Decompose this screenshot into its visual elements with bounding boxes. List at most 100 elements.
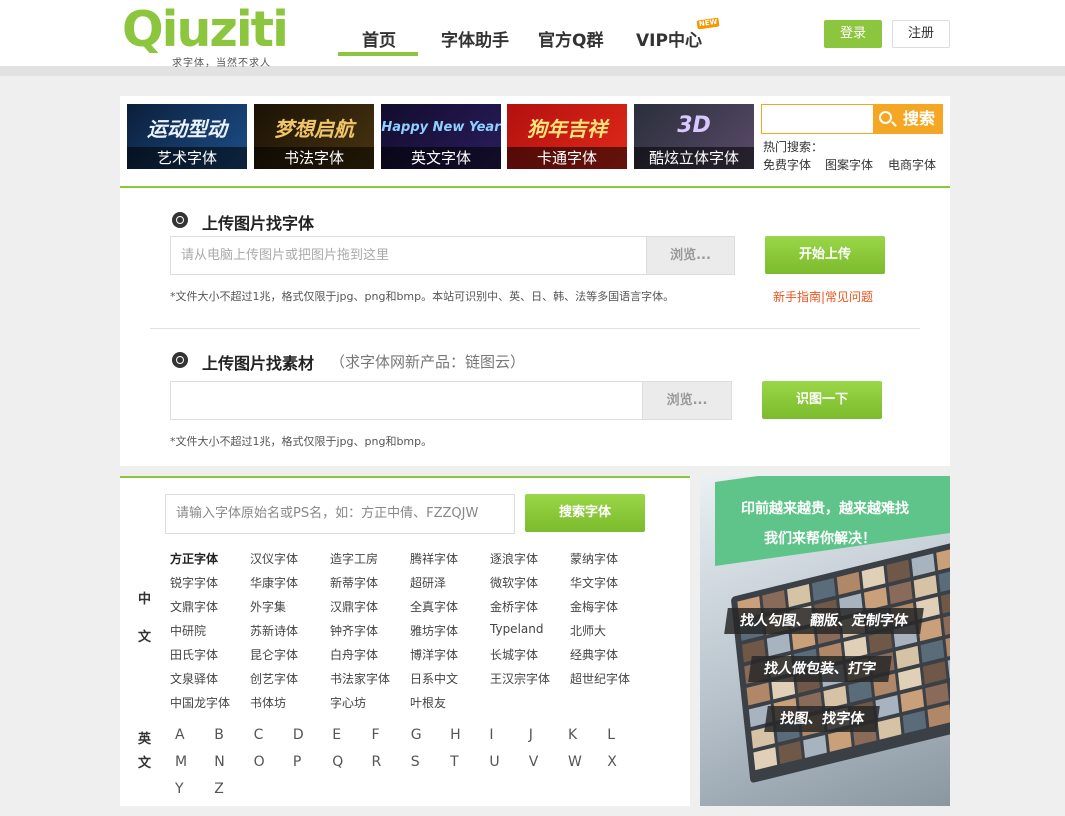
font-category-link[interactable]: 超研泽 <box>410 574 446 591</box>
english-letter-link[interactable]: R <box>372 754 382 770</box>
category-cartoon-fonts[interactable]: 狗年吉祥 卡通字体 <box>507 104 627 169</box>
screen-thumbnail <box>753 747 778 771</box>
english-letter-link[interactable]: K <box>568 727 577 743</box>
english-letter-link[interactable]: B <box>214 727 224 743</box>
english-letter-link[interactable]: Z <box>214 781 224 797</box>
english-letter-link[interactable]: A <box>175 727 185 743</box>
font-category-link[interactable]: 汉仪字体 <box>250 550 298 567</box>
promo-banner[interactable]: 印前越来越贵，越来越难找 我们来帮你解决！ 找人勾图、翻版、定制字体 找人做包装… <box>700 476 950 806</box>
font-category-link[interactable]: 汉鼎字体 <box>330 598 378 615</box>
english-letter-link[interactable]: I <box>489 727 493 743</box>
english-letter-link[interactable]: Y <box>175 781 184 797</box>
english-letter-link[interactable]: V <box>529 754 539 770</box>
nav-official-qq-group[interactable]: 官方Q群 <box>538 26 603 51</box>
english-letter-link[interactable]: D <box>293 727 304 743</box>
logo-wordmark: Qiuziti <box>122 1 289 58</box>
english-letter-link[interactable]: F <box>372 727 380 743</box>
english-letter-link[interactable]: O <box>254 754 265 770</box>
font-category-link[interactable]: 长城字体 <box>490 646 538 663</box>
font-category-link[interactable]: 创艺字体 <box>250 670 298 687</box>
font-image-upload-field[interactable]: 请从电脑上传图片或把图片拖到这里 <box>170 236 648 275</box>
english-letter-link[interactable]: N <box>214 754 224 770</box>
help-links[interactable]: 新手指南|常见问题 <box>773 288 873 305</box>
font-name-search-input[interactable]: 请输入字体原始名或PS名，如：方正中倩、FZZQJW <box>165 494 515 534</box>
font-category-link[interactable]: 金梅字体 <box>570 598 618 615</box>
font-category-link[interactable]: 微软字体 <box>490 574 538 591</box>
material-image-upload-field[interactable] <box>170 381 644 420</box>
font-category-link[interactable]: 钟齐字体 <box>330 622 378 639</box>
english-letter-link[interactable]: J <box>529 727 533 743</box>
font-category-link[interactable]: 腾祥字体 <box>410 550 458 567</box>
font-category-link[interactable]: 文泉驿体 <box>170 670 218 687</box>
category-3d-fonts[interactable]: 3D 酷炫立体字体 <box>634 104 754 169</box>
font-category-link[interactable]: 中国龙字体 <box>170 694 230 711</box>
font-category-link[interactable]: 田氏字体 <box>170 646 218 663</box>
english-letter-link[interactable]: W <box>568 754 582 770</box>
font-category-link[interactable]: 中研院 <box>170 622 206 639</box>
site-search-input[interactable] <box>761 104 873 134</box>
font-category-link[interactable]: 金桥字体 <box>490 598 538 615</box>
nav-home[interactable]: 首页 <box>362 26 396 51</box>
font-category-link[interactable]: 王汉宗字体 <box>490 670 550 687</box>
site-logo[interactable]: Qiuziti 求字体，当然不求人 <box>122 1 297 69</box>
font-category-link[interactable]: 北师大 <box>570 622 606 639</box>
category-english-fonts[interactable]: Happy New Year 英文字体 <box>381 104 501 169</box>
font-category-link[interactable]: 叶根友 <box>410 694 446 711</box>
english-letter-link[interactable]: T <box>450 754 459 770</box>
category-art-fonts[interactable]: 运动型动 艺术字体 <box>127 104 247 169</box>
category-caption: 艺术字体 <box>127 147 247 169</box>
english-letter-link[interactable]: S <box>411 754 420 770</box>
english-letter-link[interactable]: X <box>607 754 617 770</box>
font-category-link[interactable]: 白舟字体 <box>330 646 378 663</box>
font-category-link[interactable]: 字心坊 <box>330 694 366 711</box>
chinese-label-char: 中 <box>138 592 152 607</box>
font-category-link[interactable]: 经典字体 <box>570 646 618 663</box>
hot-search-link[interactable]: 电商字体 <box>888 156 936 173</box>
category-caption: 卡通字体 <box>507 147 627 169</box>
font-category-link[interactable]: Typeland <box>490 622 543 636</box>
font-category-link[interactable]: 日系中文 <box>410 670 458 687</box>
english-letter-link[interactable]: U <box>489 754 499 770</box>
font-category-link[interactable]: 博洋字体 <box>410 646 458 663</box>
font-category-link[interactable]: 苏新诗体 <box>250 622 298 639</box>
font-category-link[interactable]: 方正字体 <box>170 550 218 567</box>
nav-vip-center[interactable]: VIP中心 <box>636 26 702 51</box>
font-category-link[interactable]: 外字集 <box>250 598 286 615</box>
start-upload-button[interactable]: 开始上传 <box>765 236 885 274</box>
material-browse-button[interactable]: 浏览... <box>642 381 732 420</box>
font-category-link[interactable]: 华文字体 <box>570 574 618 591</box>
font-category-link[interactable]: 超世纪字体 <box>570 670 630 687</box>
identify-image-button[interactable]: 识图一下 <box>762 381 882 419</box>
category-calligraphy-fonts[interactable]: 梦想启航 书法字体 <box>254 104 374 169</box>
english-letter-link[interactable]: Q <box>332 754 343 770</box>
english-letter-link[interactable]: P <box>293 754 301 770</box>
font-category-link[interactable]: 全真字体 <box>410 598 458 615</box>
font-category-link[interactable]: 文鼎字体 <box>170 598 218 615</box>
nav-font-assistant[interactable]: 字体助手 <box>441 26 509 51</box>
font-category-link[interactable]: 雅坊字体 <box>410 622 458 639</box>
font-category-link[interactable]: 书体坊 <box>250 694 286 711</box>
hot-search-link[interactable]: 免费字体 <box>763 156 811 173</box>
font-category-link[interactable]: 造字工房 <box>330 550 378 567</box>
english-label-char: 文 <box>138 756 152 771</box>
english-letter-link[interactable]: L <box>607 727 615 743</box>
font-browse-button[interactable]: 浏览... <box>646 236 735 275</box>
site-search-button[interactable]: 搜索 <box>873 104 943 134</box>
english-letter-link[interactable]: C <box>254 727 264 743</box>
font-category-link[interactable]: 昆仑字体 <box>250 646 298 663</box>
chinese-label-char: 文 <box>138 630 152 645</box>
font-category-link[interactable]: 新蒂字体 <box>330 574 378 591</box>
login-button[interactable]: 登录 <box>824 20 882 48</box>
english-letter-link[interactable]: G <box>411 727 422 743</box>
english-letter-link[interactable]: M <box>175 754 187 770</box>
font-category-link[interactable]: 锐字字体 <box>170 574 218 591</box>
font-category-link[interactable]: 华康字体 <box>250 574 298 591</box>
font-category-link[interactable]: 逐浪字体 <box>490 550 538 567</box>
font-category-link[interactable]: 蒙纳字体 <box>570 550 618 567</box>
search-font-button[interactable]: 搜索字体 <box>525 494 645 532</box>
english-letter-link[interactable]: E <box>332 727 341 743</box>
english-letter-link[interactable]: H <box>450 727 461 743</box>
hot-search-link[interactable]: 图案字体 <box>825 156 873 173</box>
register-button[interactable]: 注册 <box>892 20 950 48</box>
font-category-link[interactable]: 书法家字体 <box>330 670 390 687</box>
